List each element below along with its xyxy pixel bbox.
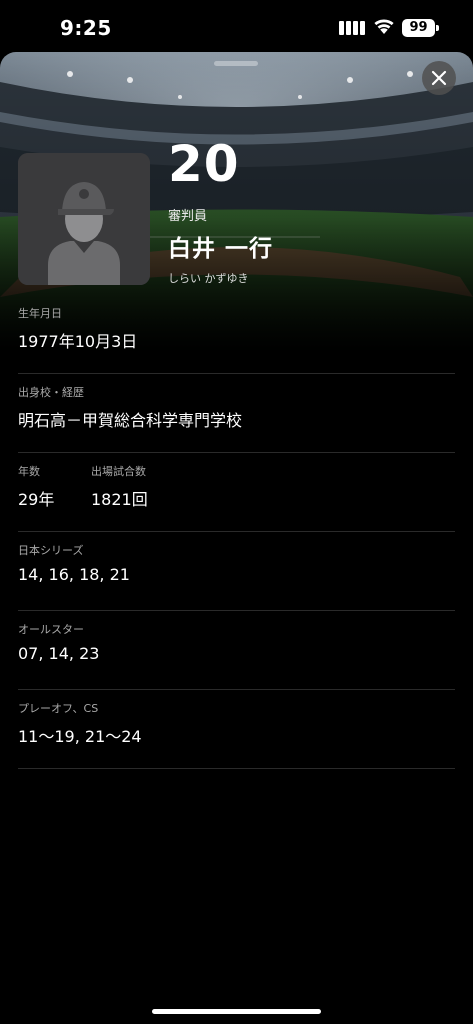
- info-row-birthday: 生年月日 1977年10月3日: [18, 295, 455, 374]
- battery-icon: 99: [402, 19, 435, 37]
- umpire-name-reading: しらい かずゆき: [168, 272, 249, 285]
- games-value: 1821回: [91, 490, 148, 509]
- avatar: [18, 153, 150, 285]
- umpire-name: 白井 一行: [168, 236, 274, 262]
- close-icon: [431, 70, 447, 86]
- school-value: 明石高－甲賀総合科学専門学校: [18, 411, 243, 430]
- birthday-value: 1977年10月3日: [18, 332, 138, 351]
- info-row-all-star: オールスター 07, 14, 23: [18, 611, 455, 690]
- info-row-career: 年数 29年 出場試合数 1821回: [18, 453, 455, 532]
- playoff-value: 11～19, 21～24: [18, 727, 142, 746]
- app-screen: 9:25 99 20 審判員 白井 一行 しらい かずゆき 生年月日 1977年…: [0, 0, 473, 1024]
- info-row-school: 出身校・経歴 明石高－甲賀総合科学専門学校: [18, 374, 455, 453]
- battery-tip: [436, 25, 439, 31]
- years-value: 29年: [18, 490, 55, 509]
- japan-series-value: 14, 16, 18, 21: [18, 565, 130, 584]
- cellular-signal-icon: [339, 21, 365, 35]
- years-label: 年数: [18, 465, 40, 478]
- games-label: 出場試合数: [91, 465, 146, 478]
- role-label: 審判員: [168, 209, 208, 224]
- wifi-icon: [374, 19, 394, 34]
- home-indicator[interactable]: [152, 1009, 321, 1014]
- birthday-label: 生年月日: [18, 307, 62, 320]
- status-time: 9:25: [60, 16, 112, 40]
- uniform-number: 20: [168, 135, 240, 193]
- playoff-label: プレーオフ、CS: [18, 702, 99, 715]
- close-button[interactable]: [422, 61, 456, 95]
- all-star-value: 07, 14, 23: [18, 644, 100, 663]
- person-silhouette-icon: [18, 153, 150, 285]
- all-star-label: オールスター: [18, 623, 84, 636]
- sheet-grabber[interactable]: [214, 61, 258, 66]
- status-bar: 9:25 99: [0, 0, 473, 52]
- umpire-detail-sheet: 20 審判員 白井 一行 しらい かずゆき 生年月日 1977年10月3日 出身…: [0, 52, 473, 1024]
- japan-series-label: 日本シリーズ: [18, 544, 84, 557]
- umpire-info-list: 生年月日 1977年10月3日 出身校・経歴 明石高－甲賀総合科学専門学校 年数…: [18, 295, 455, 769]
- info-row-japan-series: 日本シリーズ 14, 16, 18, 21: [18, 532, 455, 611]
- info-row-playoff: プレーオフ、CS 11～19, 21～24: [18, 690, 455, 769]
- school-label: 出身校・経歴: [18, 386, 84, 399]
